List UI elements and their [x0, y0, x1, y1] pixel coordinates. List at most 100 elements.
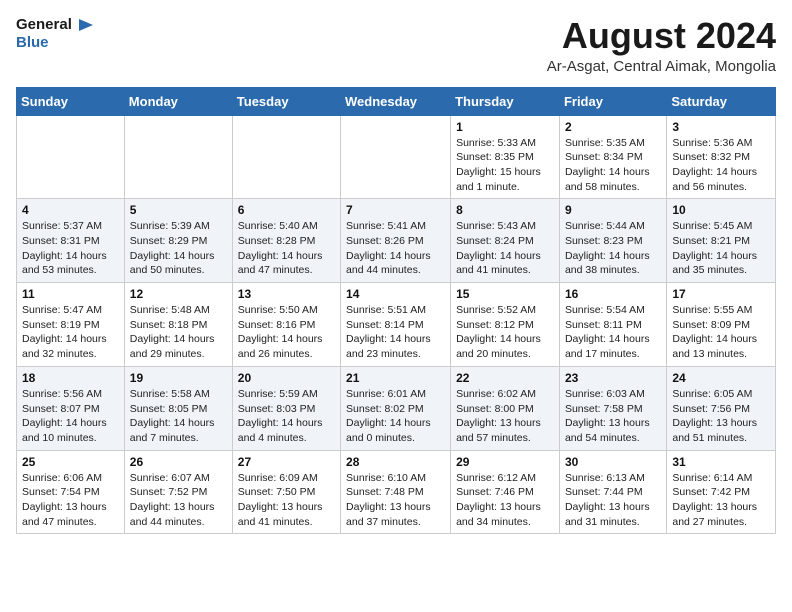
day-info: Sunrise: 5:51 AM Sunset: 8:14 PM Dayligh… — [346, 303, 445, 362]
day-info: Sunrise: 6:06 AM Sunset: 7:54 PM Dayligh… — [22, 471, 119, 530]
calendar-cell: 7 Sunrise: 5:41 AM Sunset: 8:26 PM Daylig… — [341, 199, 451, 283]
day-number: 31 — [672, 455, 770, 469]
day-number: 10 — [672, 203, 770, 217]
day-number: 3 — [672, 120, 770, 134]
day-number: 22 — [456, 371, 554, 385]
day-info: Sunrise: 5:50 AM Sunset: 8:16 PM Dayligh… — [238, 303, 335, 362]
day-info: Sunrise: 5:52 AM Sunset: 8:12 PM Dayligh… — [456, 303, 554, 362]
day-info: Sunrise: 6:12 AM Sunset: 7:46 PM Dayligh… — [456, 471, 554, 530]
day-info: Sunrise: 5:39 AM Sunset: 8:29 PM Dayligh… — [130, 219, 227, 278]
day-info: Sunrise: 6:05 AM Sunset: 7:56 PM Dayligh… — [672, 387, 770, 446]
day-number: 12 — [130, 287, 227, 301]
calendar-cell: 6 Sunrise: 5:40 AM Sunset: 8:28 PM Daylig… — [232, 199, 340, 283]
day-info: Sunrise: 6:01 AM Sunset: 8:02 PM Dayligh… — [346, 387, 445, 446]
day-info: Sunrise: 5:47 AM Sunset: 8:19 PM Dayligh… — [22, 303, 119, 362]
calendar-cell: 19 Sunrise: 5:58 AM Sunset: 8:05 PM Dayli… — [124, 366, 232, 450]
calendar-cell: 5Sunrise: 5:39 AM Sunset: 8:29 PM Daylig… — [124, 199, 232, 283]
calendar-cell: 26Sunrise: 6:07 AM Sunset: 7:52 PM Dayli… — [124, 450, 232, 534]
day-number: 2 — [565, 120, 661, 134]
location-subtitle: Ar-Asgat, Central Aimak, Mongolia — [547, 58, 776, 75]
calendar-cell: 10 Sunrise: 5:45 AM Sunset: 8:21 PM Dayli… — [667, 199, 776, 283]
day-number: 21 — [346, 371, 445, 385]
calendar-cell: 15 Sunrise: 5:52 AM Sunset: 8:12 PM Dayli… — [451, 283, 560, 367]
weekday-header-thursday: Thursday — [451, 87, 560, 115]
day-info: Sunrise: 5:56 AM Sunset: 8:07 PM Dayligh… — [22, 387, 119, 446]
logo-general: General — [16, 16, 72, 33]
day-number: 29 — [456, 455, 554, 469]
day-info: Sunrise: 6:03 AM Sunset: 7:58 PM Dayligh… — [565, 387, 661, 446]
page-header: General Blue August 2024 Ar-Asgat, Centr… — [16, 16, 776, 75]
calendar-cell: 22 Sunrise: 6:02 AM Sunset: 8:00 PM Dayli… — [451, 366, 560, 450]
calendar-cell: 3 Sunrise: 5:36 AM Sunset: 8:32 PM Daylig… — [667, 115, 776, 199]
calendar-cell: 18 Sunrise: 5:56 AM Sunset: 8:07 PM Dayli… — [17, 366, 125, 450]
logo-arrow-icon — [77, 16, 95, 34]
day-info: Sunrise: 5:37 AM Sunset: 8:31 PM Dayligh… — [22, 219, 119, 278]
day-info: Sunrise: 6:13 AM Sunset: 7:44 PM Dayligh… — [565, 471, 661, 530]
day-info: Sunrise: 6:09 AM Sunset: 7:50 PM Dayligh… — [238, 471, 335, 530]
calendar-week-row: 25 Sunrise: 6:06 AM Sunset: 7:54 PM Dayli… — [17, 450, 776, 534]
day-info: Sunrise: 5:44 AM Sunset: 8:23 PM Dayligh… — [565, 219, 661, 278]
calendar-cell — [341, 115, 451, 199]
calendar-cell: 24 Sunrise: 6:05 AM Sunset: 7:56 PM Dayli… — [667, 366, 776, 450]
calendar-week-row: 11 Sunrise: 5:47 AM Sunset: 8:19 PM Dayli… — [17, 283, 776, 367]
calendar-cell: 21 Sunrise: 6:01 AM Sunset: 8:02 PM Dayli… — [341, 366, 451, 450]
day-number: 18 — [22, 371, 119, 385]
calendar-cell: 28Sunrise: 6:10 AM Sunset: 7:48 PM Dayli… — [341, 450, 451, 534]
day-number: 26 — [130, 455, 227, 469]
calendar-cell: 30Sunrise: 6:13 AM Sunset: 7:44 PM Dayli… — [559, 450, 666, 534]
day-number: 7 — [346, 203, 445, 217]
calendar-cell: 13Sunrise: 5:50 AM Sunset: 8:16 PM Dayli… — [232, 283, 340, 367]
calendar-cell: 23Sunrise: 6:03 AM Sunset: 7:58 PM Dayli… — [559, 366, 666, 450]
calendar-cell: 11 Sunrise: 5:47 AM Sunset: 8:19 PM Dayli… — [17, 283, 125, 367]
weekday-header-sunday: Sunday — [17, 87, 125, 115]
month-year-title: August 2024 — [547, 16, 776, 56]
day-number: 8 — [456, 203, 554, 217]
calendar-cell: 25 Sunrise: 6:06 AM Sunset: 7:54 PM Dayli… — [17, 450, 125, 534]
day-number: 1 — [456, 120, 554, 134]
day-info: Sunrise: 6:14 AM Sunset: 7:42 PM Dayligh… — [672, 471, 770, 530]
calendar-cell: 31 Sunrise: 6:14 AM Sunset: 7:42 PM Dayli… — [667, 450, 776, 534]
calendar-week-row: 1 Sunrise: 5:33 AM Sunset: 8:35 PM Daylig… — [17, 115, 776, 199]
weekday-header-monday: Monday — [124, 87, 232, 115]
calendar-cell: 1 Sunrise: 5:33 AM Sunset: 8:35 PM Daylig… — [451, 115, 560, 199]
day-number: 24 — [672, 371, 770, 385]
day-number: 16 — [565, 287, 661, 301]
calendar-cell: 20 Sunrise: 5:59 AM Sunset: 8:03 PM Dayli… — [232, 366, 340, 450]
day-number: 14 — [346, 287, 445, 301]
day-info: Sunrise: 5:54 AM Sunset: 8:11 PM Dayligh… — [565, 303, 661, 362]
day-number: 20 — [238, 371, 335, 385]
calendar-cell: 27 Sunrise: 6:09 AM Sunset: 7:50 PM Dayli… — [232, 450, 340, 534]
day-info: Sunrise: 5:58 AM Sunset: 8:05 PM Dayligh… — [130, 387, 227, 446]
calendar-cell: 9 Sunrise: 5:44 AM Sunset: 8:23 PM Daylig… — [559, 199, 666, 283]
day-info: Sunrise: 5:48 AM Sunset: 8:18 PM Dayligh… — [130, 303, 227, 362]
day-info: Sunrise: 6:02 AM Sunset: 8:00 PM Dayligh… — [456, 387, 554, 446]
weekday-header-wednesday: Wednesday — [341, 87, 451, 115]
day-number: 27 — [238, 455, 335, 469]
day-info: Sunrise: 5:59 AM Sunset: 8:03 PM Dayligh… — [238, 387, 335, 446]
day-number: 19 — [130, 371, 227, 385]
day-number: 25 — [22, 455, 119, 469]
calendar-cell — [232, 115, 340, 199]
calendar-week-row: 18 Sunrise: 5:56 AM Sunset: 8:07 PM Dayli… — [17, 366, 776, 450]
day-info: Sunrise: 5:41 AM Sunset: 8:26 PM Dayligh… — [346, 219, 445, 278]
day-info: Sunrise: 5:45 AM Sunset: 8:21 PM Dayligh… — [672, 219, 770, 278]
calendar-cell: 14 Sunrise: 5:51 AM Sunset: 8:14 PM Dayli… — [341, 283, 451, 367]
day-info: Sunrise: 5:55 AM Sunset: 8:09 PM Dayligh… — [672, 303, 770, 362]
day-info: Sunrise: 5:33 AM Sunset: 8:35 PM Dayligh… — [456, 136, 554, 195]
day-number: 28 — [346, 455, 445, 469]
logo-blue: Blue — [16, 34, 49, 51]
calendar-cell — [17, 115, 125, 199]
day-info: Sunrise: 5:36 AM Sunset: 8:32 PM Dayligh… — [672, 136, 770, 195]
calendar-cell: 17Sunrise: 5:55 AM Sunset: 8:09 PM Dayli… — [667, 283, 776, 367]
day-info: Sunrise: 5:40 AM Sunset: 8:28 PM Dayligh… — [238, 219, 335, 278]
day-number: 9 — [565, 203, 661, 217]
day-number: 11 — [22, 287, 119, 301]
calendar-cell: 29 Sunrise: 6:12 AM Sunset: 7:46 PM Dayli… — [451, 450, 560, 534]
title-block: August 2024 Ar-Asgat, Central Aimak, Mon… — [547, 16, 776, 75]
day-number: 15 — [456, 287, 554, 301]
day-number: 6 — [238, 203, 335, 217]
calendar-cell: 12 Sunrise: 5:48 AM Sunset: 8:18 PM Dayli… — [124, 283, 232, 367]
calendar-cell — [124, 115, 232, 199]
calendar-cell: 4Sunrise: 5:37 AM Sunset: 8:31 PM Daylig… — [17, 199, 125, 283]
calendar-cell: 8Sunrise: 5:43 AM Sunset: 8:24 PM Daylig… — [451, 199, 560, 283]
